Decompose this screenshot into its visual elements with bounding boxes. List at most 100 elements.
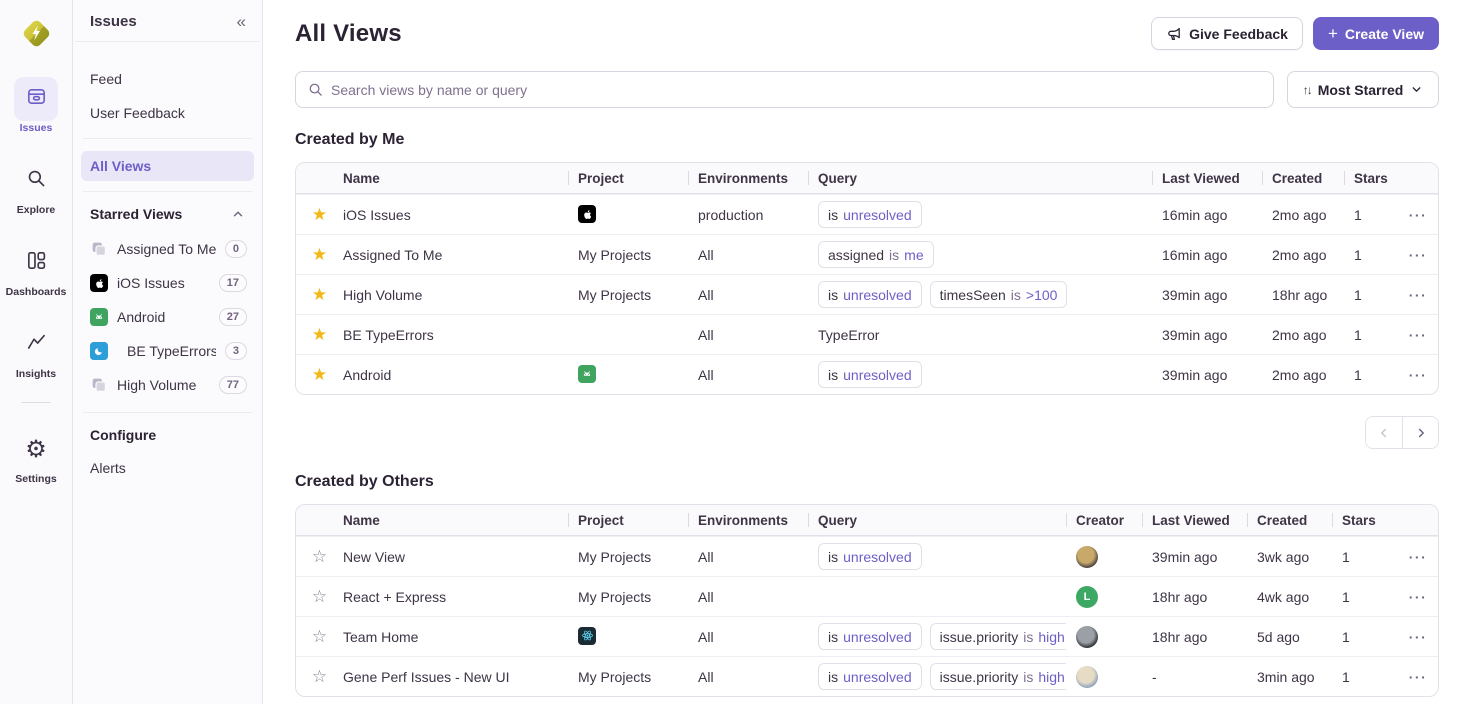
- row-menu-button[interactable]: ···: [1409, 589, 1428, 605]
- view-name-link[interactable]: High Volume: [343, 287, 422, 303]
- sidebar-item-all-views[interactable]: All Views: [81, 151, 254, 181]
- last-viewed-value: 39min ago: [1162, 327, 1227, 343]
- created-value: 2mo ago: [1272, 367, 1326, 383]
- star-outline-icon[interactable]: ☆: [312, 627, 327, 647]
- starred-view-item[interactable]: iOS Issues 17: [81, 266, 254, 300]
- rail-item-insights[interactable]: Insights: [6, 323, 67, 380]
- last-viewed-value: 18hr ago: [1152, 629, 1207, 645]
- view-name-link[interactable]: Team Home: [343, 629, 418, 645]
- python-typeerror-pair-icon: [90, 342, 118, 360]
- row-menu-button[interactable]: ···: [1409, 367, 1428, 383]
- row-menu-button[interactable]: ···: [1409, 287, 1428, 303]
- query-cell: is unresolved issue.priority is high: [808, 623, 1066, 650]
- environments-value: All: [688, 287, 808, 303]
- last-viewed-value: 16min ago: [1162, 247, 1227, 263]
- starred-view-item[interactable]: High Volume 77: [81, 368, 254, 402]
- star-outline-icon[interactable]: ☆: [312, 667, 327, 687]
- column-header-environments: Environments: [688, 513, 808, 528]
- view-name-link[interactable]: React + Express: [343, 589, 446, 605]
- query-cell: is unresolvedissue.priority is high: [808, 663, 1066, 690]
- view-name-link[interactable]: BE TypeErrors: [343, 327, 434, 343]
- issue-count-badge: 17: [219, 274, 247, 292]
- issue-count-badge: 0: [225, 240, 247, 258]
- sort-arrows-icon: ↑↓: [1303, 83, 1311, 97]
- star-filled-icon[interactable]: ★: [312, 205, 327, 225]
- row-menu-button[interactable]: ···: [1409, 549, 1428, 565]
- column-header-query: Query: [808, 513, 1066, 528]
- query-cell: assigned is me: [808, 241, 1152, 268]
- give-feedback-label: Give Feedback: [1189, 26, 1288, 42]
- stars-count: 1: [1344, 367, 1398, 383]
- sidebar-item-alerts[interactable]: Alerts: [81, 453, 254, 483]
- query-cell: is unresolvedtimesSeen is >100: [808, 281, 1152, 308]
- pagination: [1365, 416, 1439, 449]
- typeerror-project-icon: [90, 342, 108, 360]
- sort-label: Most Starred: [1318, 82, 1404, 98]
- view-name-link[interactable]: New View: [343, 549, 405, 565]
- rail-item-settings[interactable]: ⚙ Settings: [14, 428, 58, 485]
- rail-item-label: Dashboards: [6, 286, 67, 298]
- starred-view-item[interactable]: Android 27: [81, 300, 254, 334]
- query-token: is unresolved: [818, 201, 922, 228]
- previous-page-button[interactable]: [1366, 417, 1402, 448]
- create-view-button[interactable]: + Create View: [1313, 17, 1439, 50]
- star-outline-icon[interactable]: ☆: [312, 587, 327, 607]
- view-name-link[interactable]: Android: [343, 367, 391, 383]
- query-token: is unresolved: [818, 663, 922, 690]
- last-viewed-value: 39min ago: [1162, 287, 1227, 303]
- created-value: 2mo ago: [1272, 247, 1326, 263]
- star-filled-icon[interactable]: ★: [312, 245, 327, 265]
- star-filled-icon[interactable]: ★: [312, 285, 327, 305]
- apple-project-icon: [578, 205, 596, 223]
- created-by-others-table: NameProjectEnvironmentsQueryCreatorLast …: [295, 504, 1439, 697]
- rail-item-dashboards[interactable]: Dashboards: [6, 241, 67, 298]
- starred-view-label: Assigned To Me: [117, 241, 216, 257]
- next-page-button[interactable]: [1402, 417, 1438, 448]
- creator-avatar: [1076, 626, 1098, 648]
- environments-value: All: [688, 549, 808, 565]
- row-menu-button[interactable]: ···: [1409, 629, 1428, 645]
- column-header-last-viewed: Last Viewed: [1142, 513, 1247, 528]
- created-value: 3wk ago: [1257, 549, 1309, 565]
- row-menu-button[interactable]: ···: [1409, 669, 1428, 685]
- query-token: issue.priority is high: [930, 623, 1066, 650]
- star-filled-icon[interactable]: ★: [312, 325, 327, 345]
- row-menu-button[interactable]: ···: [1409, 207, 1428, 223]
- table-row: ★ BE TypeErrors All TypeError 39min ago …: [296, 314, 1438, 354]
- search-input[interactable]: [331, 82, 1261, 98]
- give-feedback-button[interactable]: Give Feedback: [1151, 17, 1303, 50]
- row-menu-button[interactable]: ···: [1409, 247, 1428, 263]
- chevron-right-icon: [1414, 426, 1428, 440]
- query-token: timesSeen is >100: [930, 281, 1068, 308]
- sentry-logo[interactable]: [17, 14, 55, 52]
- starred-view-item[interactable]: BE TypeErrors 3: [81, 334, 254, 368]
- chevrons-left-icon[interactable]: «: [237, 13, 246, 30]
- starred-view-item[interactable]: Assigned To Me 0: [81, 232, 254, 266]
- sidebar-item-feed[interactable]: Feed: [81, 64, 254, 94]
- column-header-created: Created: [1262, 171, 1344, 186]
- search-icon: [308, 82, 323, 97]
- star-outline-icon[interactable]: ☆: [312, 547, 327, 567]
- android-project-icon: [578, 365, 596, 383]
- star-filled-icon[interactable]: ★: [312, 365, 327, 385]
- query-token: is unresolved: [818, 623, 922, 650]
- starred-view-label: High Volume: [117, 377, 210, 393]
- view-name-link[interactable]: Gene Perf Issues - New UI: [343, 669, 510, 685]
- query-cell: is unresolved: [808, 361, 1152, 388]
- row-menu-button[interactable]: ···: [1409, 327, 1428, 343]
- sort-button[interactable]: ↑↓ Most Starred: [1287, 71, 1439, 108]
- column-header-project: Project: [568, 513, 688, 528]
- stars-count: 1: [1332, 549, 1398, 565]
- sidebar-item-label: All Views: [90, 158, 151, 174]
- chevron-up-icon[interactable]: [231, 207, 245, 221]
- column-header-created: Created: [1247, 513, 1332, 528]
- rail-item-explore[interactable]: Explore: [6, 159, 67, 216]
- rail-item-issues[interactable]: Issues: [6, 77, 67, 134]
- view-name-link[interactable]: iOS Issues: [343, 207, 411, 223]
- sidebar-item-user-feedback[interactable]: User Feedback: [81, 98, 254, 128]
- view-name-link[interactable]: Assigned To Me: [343, 247, 442, 263]
- column-header-name: Name: [343, 513, 568, 528]
- stars-count: 1: [1332, 589, 1398, 605]
- issue-count-badge: 77: [219, 376, 247, 394]
- environments-value: All: [688, 589, 808, 605]
